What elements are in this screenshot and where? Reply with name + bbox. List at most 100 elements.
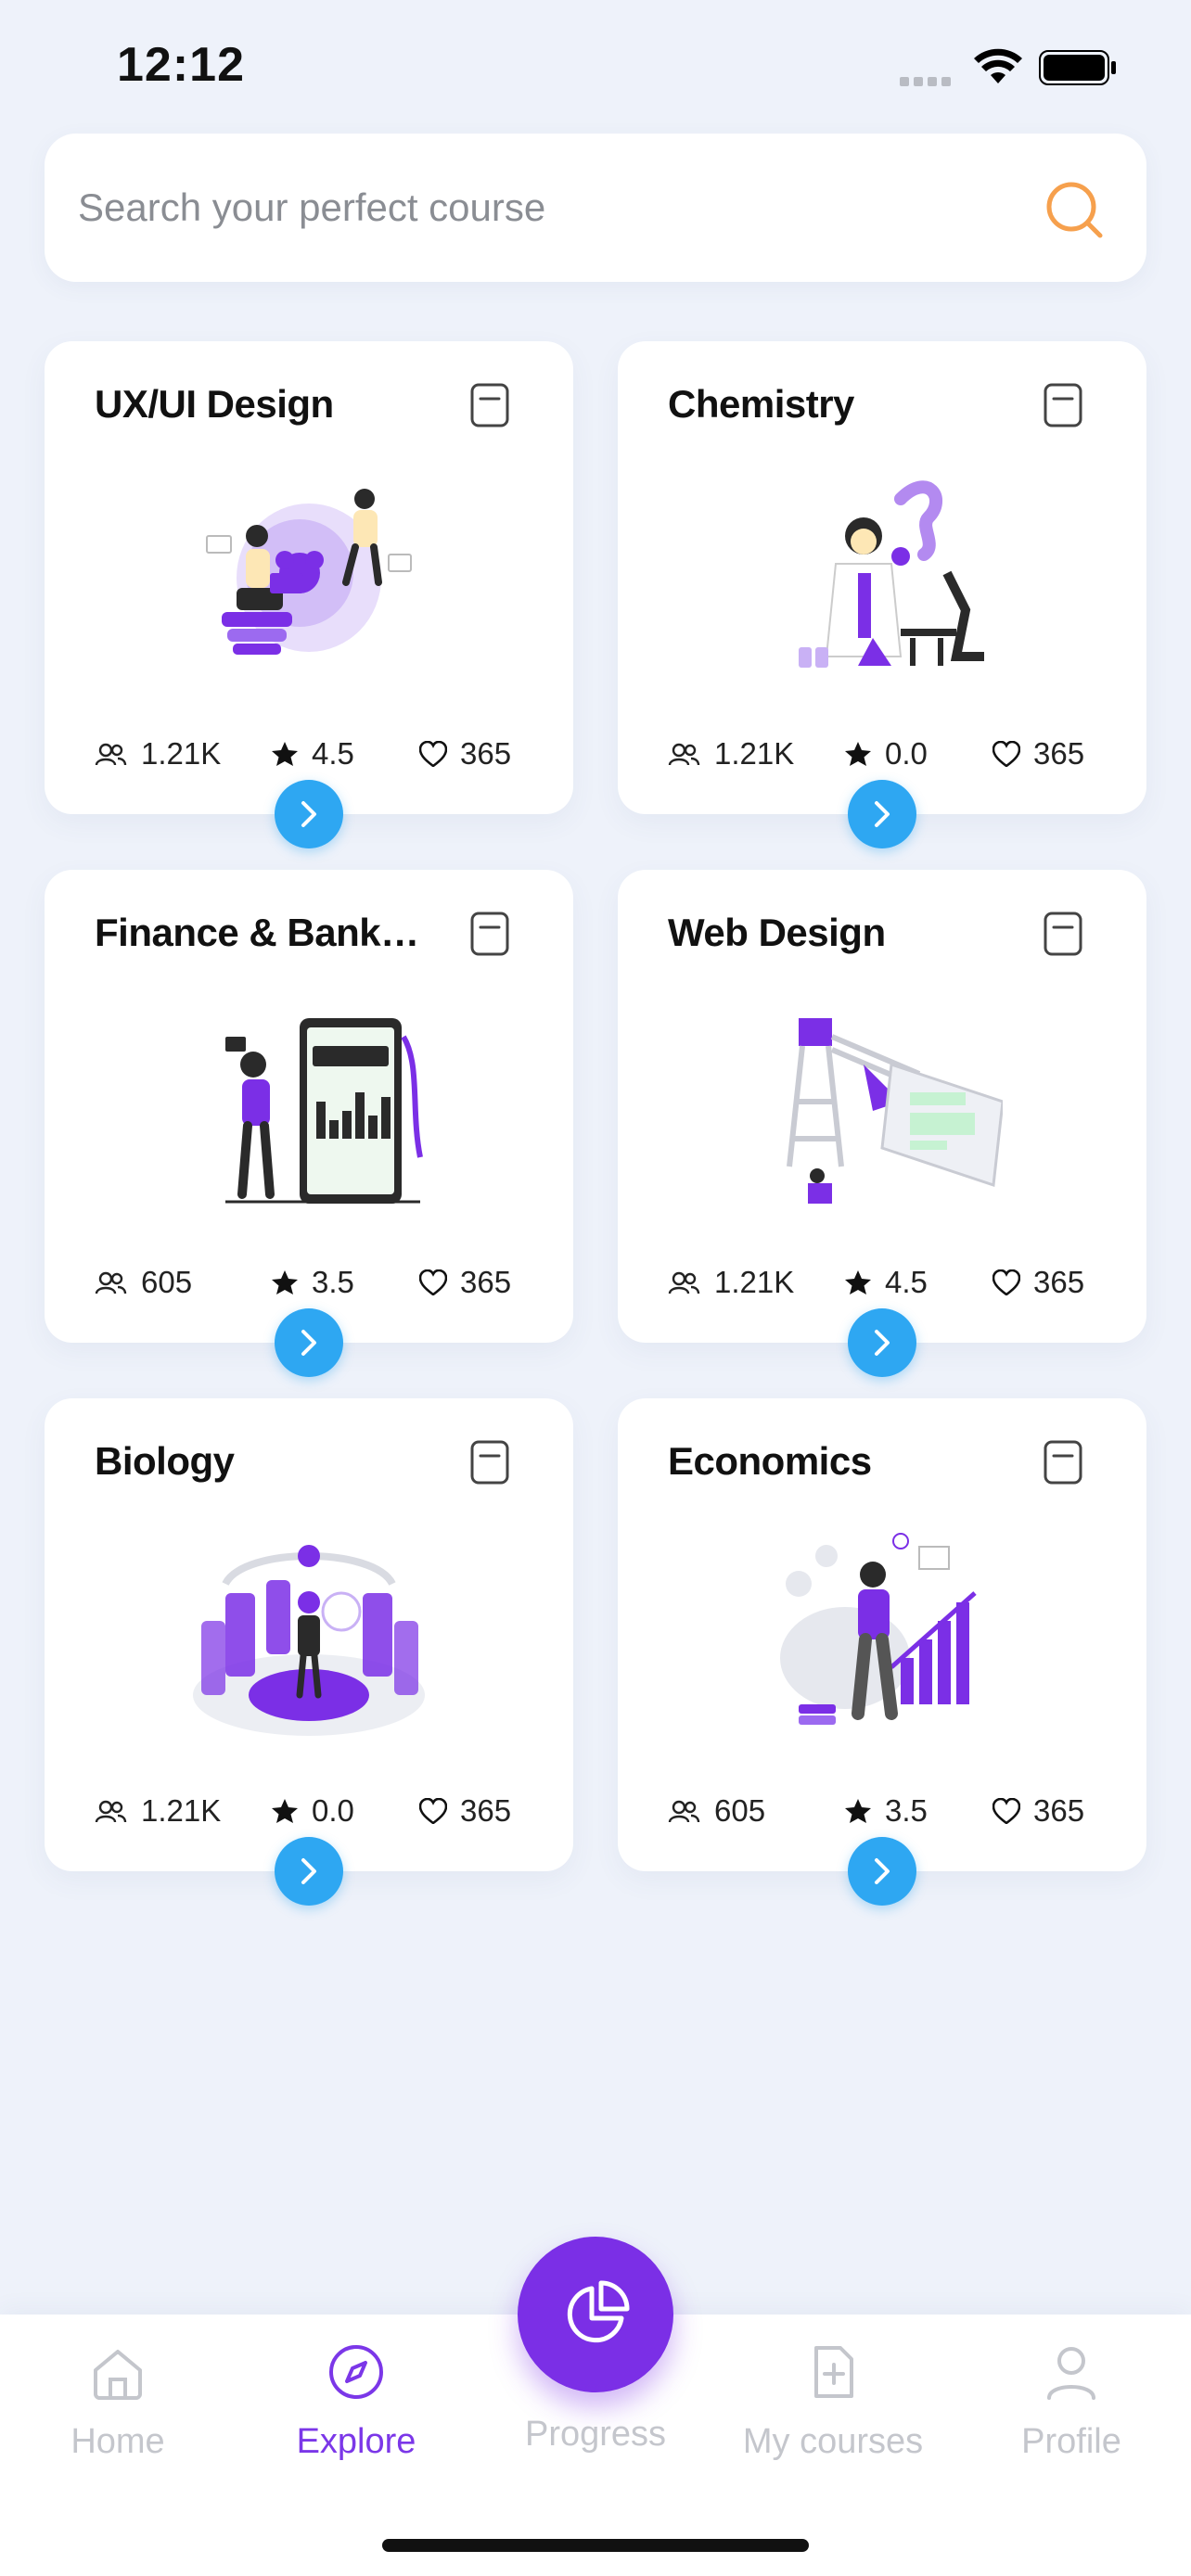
users-icon — [95, 743, 127, 767]
heart-icon — [992, 741, 1020, 767]
users-icon — [95, 1271, 127, 1295]
star-icon — [845, 742, 871, 766]
likes-count[interactable]: 365 — [419, 731, 511, 777]
chevron-right-icon — [301, 1330, 316, 1356]
course-stats: 1.21K 4.5 365 — [95, 731, 540, 777]
learners-value: 1.21K — [141, 1793, 222, 1828]
likes-value: 365 — [1033, 1793, 1085, 1828]
rating-value: 0.0 — [885, 736, 928, 771]
nav-item-progress[interactable] — [518, 2237, 673, 2392]
course-title: Biology — [95, 1439, 235, 1483]
likes-count[interactable]: 365 — [992, 1788, 1084, 1834]
bookmark-icon[interactable] — [469, 911, 510, 957]
open-course-button[interactable] — [848, 1837, 916, 1906]
likes-count[interactable]: 365 — [419, 1259, 511, 1306]
learners-count: 1.21K — [668, 731, 794, 777]
star-icon — [845, 1799, 871, 1823]
bookmark-icon[interactable] — [469, 382, 510, 428]
chevron-right-icon — [301, 1858, 316, 1884]
compass-icon — [329, 2345, 383, 2399]
course-card-web-design[interactable]: Web Design 1.21K 4.5 365 — [618, 870, 1146, 1377]
bookmark-icon[interactable] — [469, 1439, 510, 1486]
nav-item-profile[interactable]: Profile — [969, 2342, 1173, 2462]
learners-value: 605 — [141, 1265, 193, 1299]
user-icon — [1047, 2347, 1095, 2400]
likes-count[interactable]: 365 — [992, 731, 1084, 777]
likes-count[interactable]: 365 — [992, 1259, 1084, 1306]
course-title: UX/UI Design — [95, 382, 334, 426]
rating-value: 4.5 — [885, 1265, 928, 1299]
search-icon[interactable] — [1043, 178, 1108, 243]
wifi-icon — [974, 48, 1022, 83]
nav-label-home: Home — [70, 2422, 165, 2461]
course-stats: 1.21K 0.0 365 — [95, 1788, 540, 1834]
status-bar: 12:12 — [0, 0, 1191, 130]
learners-value: 1.21K — [714, 736, 795, 771]
home-icon — [94, 2350, 142, 2400]
nav-item-home[interactable]: Home — [16, 2342, 220, 2462]
rating: 3.5 — [271, 1259, 354, 1306]
learners-count: 605 — [668, 1788, 765, 1834]
bookmark-icon[interactable] — [1043, 1439, 1083, 1486]
open-course-button[interactable] — [275, 780, 343, 848]
nav-label-profile: Profile — [1021, 2422, 1121, 2461]
rating: 0.0 — [844, 731, 928, 777]
course-title: Finance & Banking — [95, 911, 429, 954]
course-card-economics[interactable]: Economics 605 3.5 365 — [618, 1398, 1146, 1906]
nav-label-progress: Progress — [524, 2415, 667, 2454]
open-course-button[interactable] — [848, 780, 916, 848]
course-title: Chemistry — [668, 382, 854, 426]
users-icon — [668, 1800, 700, 1824]
learners-value: 1.21K — [714, 1265, 795, 1299]
chemist-illustration — [799, 480, 984, 668]
designer-illustration — [206, 489, 412, 655]
course-card-biology[interactable]: Biology 1.21K 0.0 365 — [45, 1398, 573, 1906]
rating: 0.0 — [271, 1788, 354, 1834]
open-course-button[interactable] — [275, 1308, 343, 1377]
chevron-right-icon — [875, 1858, 890, 1884]
bookmark-icon[interactable] — [1043, 382, 1083, 428]
likes-value: 365 — [1033, 1265, 1085, 1299]
learners-count: 1.21K — [95, 1788, 221, 1834]
search-input[interactable] — [78, 171, 1005, 245]
course-card-finance-banking[interactable]: Finance & Banking 605 3.5 365 — [45, 870, 573, 1377]
course-stats: 1.21K 0.0 365 — [668, 731, 1113, 777]
heart-icon — [419, 1798, 447, 1824]
learners-count: 605 — [95, 1259, 192, 1306]
nav-label-explore: Explore — [296, 2422, 416, 2461]
pie-chart-icon — [567, 2280, 630, 2343]
open-course-button[interactable] — [275, 1837, 343, 1906]
likes-count[interactable]: 365 — [419, 1788, 511, 1834]
home-indicator — [382, 2539, 809, 2552]
course-stats: 605 3.5 365 — [95, 1259, 540, 1306]
course-stats: 1.21K 4.5 365 — [668, 1259, 1113, 1306]
learners-value: 1.21K — [141, 736, 222, 771]
course-title: Economics — [668, 1439, 872, 1483]
rating-value: 4.5 — [312, 736, 354, 771]
rating: 4.5 — [271, 731, 354, 777]
nav-item-my-courses[interactable]: My courses — [731, 2342, 935, 2462]
star-icon — [845, 1270, 871, 1294]
users-icon — [95, 1800, 127, 1824]
learners-count: 1.21K — [95, 731, 221, 777]
star-icon — [272, 1270, 298, 1294]
economics-illustration — [780, 1533, 977, 1725]
rating: 4.5 — [844, 1259, 928, 1306]
likes-value: 365 — [460, 1793, 512, 1828]
heart-icon — [992, 1269, 1020, 1295]
biology-illustration — [193, 1545, 425, 1736]
course-card-chemistry[interactable]: Chemistry 1.21K 0.0 365 — [618, 341, 1146, 848]
chevron-right-icon — [875, 1330, 890, 1356]
learners-value: 605 — [714, 1793, 766, 1828]
nav-item-explore[interactable]: Explore — [254, 2342, 458, 2462]
rating-value: 3.5 — [885, 1793, 928, 1828]
open-course-button[interactable] — [848, 1308, 916, 1377]
rating-value: 3.5 — [312, 1265, 354, 1299]
bookmark-icon[interactable] — [1043, 911, 1083, 957]
course-card-ux-ui-design[interactable]: UX/UI Design 1.21K 4.5 365 — [45, 341, 573, 848]
heart-icon — [992, 1798, 1020, 1824]
users-icon — [668, 1271, 700, 1295]
rating: 3.5 — [844, 1788, 928, 1834]
heart-icon — [419, 741, 447, 767]
likes-value: 365 — [460, 1265, 512, 1299]
